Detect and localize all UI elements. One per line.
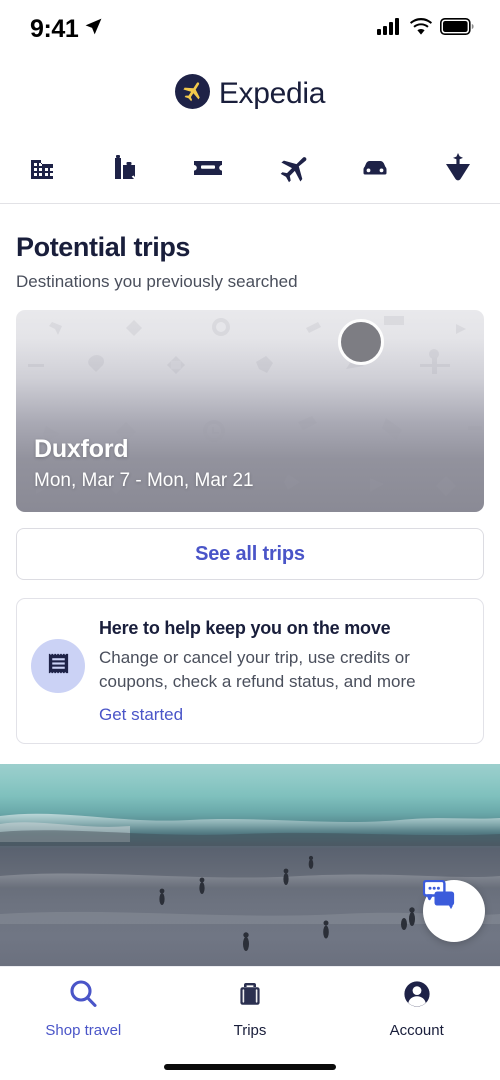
app-screen: 9:41 Expedia Potential trips Destination… — [0, 0, 500, 1080]
see-all-trips-container: See all trips — [0, 512, 500, 580]
chat-support-button[interactable] — [423, 880, 485, 942]
hotel-icon — [26, 151, 58, 183]
category-things-to-do[interactable] — [167, 130, 250, 203]
tab-trips[interactable]: Trips — [167, 978, 334, 1039]
get-started-link[interactable]: Get started — [99, 705, 467, 725]
home-indicator[interactable] — [164, 1064, 336, 1070]
battery-full-icon — [440, 18, 474, 40]
see-all-trips-button[interactable]: See all trips — [16, 528, 484, 580]
trip-dates: Mon, Mar 7 - Mon, Mar 21 — [34, 470, 254, 491]
account-icon — [401, 978, 433, 1015]
status-bar-right — [377, 18, 474, 40]
main-content: Potential trips Destinations you previou… — [0, 204, 500, 966]
tab-list: Shop travel Trips Account — [0, 967, 500, 1054]
status-bar-left: 9:41 — [30, 15, 103, 44]
car-icon — [358, 150, 392, 184]
app-header: Expedia — [0, 58, 500, 130]
trip-card-container: Duxford Mon, Mar 7 - Mon, Mar 21 — [0, 292, 500, 512]
status-time: 9:41 — [30, 14, 79, 43]
flight-icon — [275, 150, 309, 184]
help-card-title: Here to help keep you on the move — [99, 618, 391, 638]
tab-account[interactable]: Account — [333, 978, 500, 1039]
trip-destination: Duxford — [34, 435, 129, 463]
beach-ocean-photo — [0, 764, 500, 966]
brand-name: Expedia — [218, 77, 326, 110]
page-subtitle: Destinations you previously searched — [16, 272, 298, 291]
location-arrow-icon — [84, 17, 103, 41]
trip-card[interactable]: Duxford Mon, Mar 7 - Mon, Mar 21 — [16, 310, 484, 512]
trip-card-text: Duxford Mon, Mar 7 - Mon, Mar 21 — [34, 435, 254, 492]
cellular-signal-icon — [377, 18, 402, 40]
category-hotel[interactable] — [0, 130, 83, 203]
receipt-icon — [46, 651, 71, 681]
help-card-description: Change or cancel your trip, use credits … — [99, 648, 416, 692]
category-cruises[interactable] — [417, 130, 500, 203]
tab-trips-label: Trips — [233, 1022, 267, 1039]
help-card-container: Here to help keep you on the move Change… — [0, 580, 500, 745]
tab-shop-travel[interactable]: Shop travel — [0, 978, 167, 1039]
section-header: Potential trips Destinations you previou… — [0, 204, 500, 292]
suitcase-icon — [234, 978, 266, 1015]
status-bar: 9:41 — [0, 0, 500, 58]
cruise-icon — [442, 150, 474, 184]
bottom-tab-bar: Shop travel Trips Account — [0, 966, 500, 1080]
expedia-plane-logo-icon — [174, 74, 210, 114]
category-cars[interactable] — [333, 130, 416, 203]
packages-icon — [109, 151, 141, 183]
trip-avatar-circle[interactable] — [338, 319, 384, 365]
page-title: Potential trips — [16, 232, 191, 262]
category-flights[interactable] — [250, 130, 333, 203]
category-nav — [0, 130, 500, 204]
photo-detail — [0, 813, 500, 952]
help-card[interactable]: Here to help keep you on the move Change… — [16, 598, 484, 745]
search-icon — [67, 978, 99, 1015]
tab-shop-travel-label: Shop travel — [45, 1022, 122, 1039]
tab-account-label: Account — [389, 1022, 444, 1039]
wifi-icon — [410, 18, 432, 40]
category-packages[interactable] — [83, 130, 166, 203]
ticket-icon — [191, 150, 225, 184]
help-card-body: Here to help keep you on the move Change… — [99, 617, 467, 725]
home-indicator-area — [0, 1054, 500, 1080]
help-icon-badge — [31, 639, 85, 693]
